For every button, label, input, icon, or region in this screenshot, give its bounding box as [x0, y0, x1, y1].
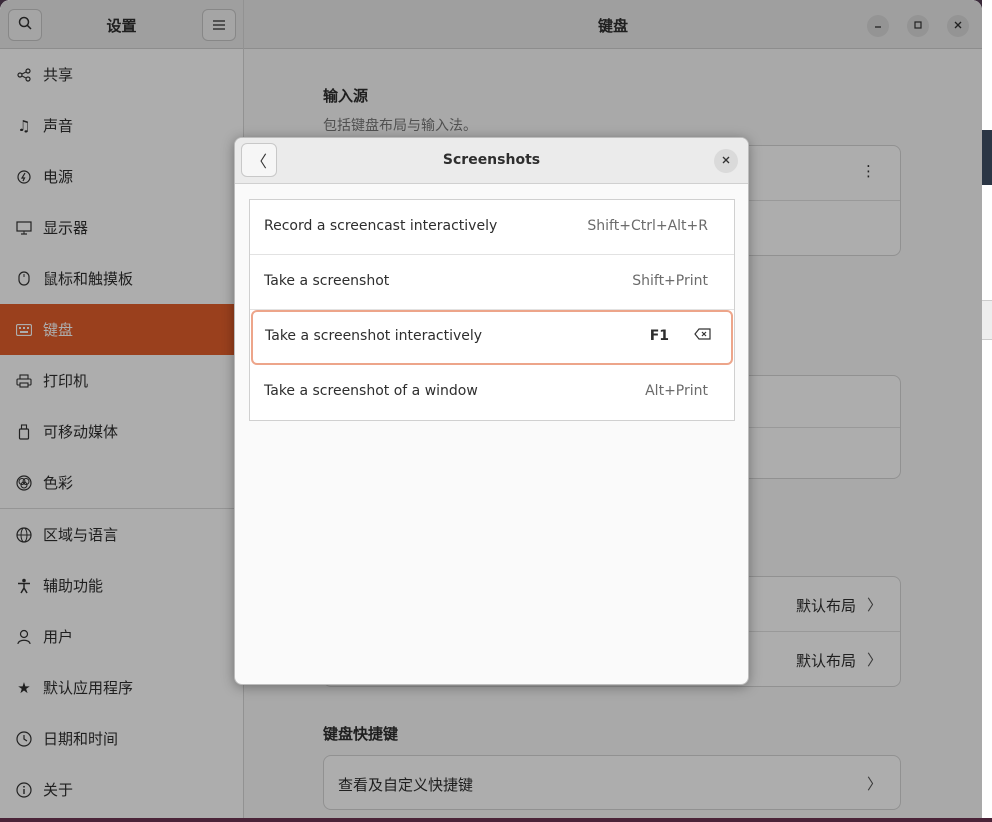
dialog-header: 〈 Screenshots — [235, 138, 748, 184]
shortcut-label: Take a screenshot — [264, 273, 390, 289]
settings-window: 设置 共享 ♫ 声音 电源 显示器 鼠标和触摸板 键盘 打印机 可移动媒体 色彩… — [0, 0, 982, 818]
background-window-fragment — [982, 130, 992, 185]
shortcut-label: Take a screenshot interactively — [265, 328, 483, 344]
shortcut-accelerator: Shift+Print — [632, 273, 708, 289]
desktop-bottom-edge — [0, 818, 992, 822]
shortcut-accelerator: F1 — [649, 328, 669, 344]
dialog-title: Screenshots — [442, 152, 541, 168]
backspace-clear-icon[interactable] — [694, 328, 711, 344]
close-icon — [721, 154, 731, 168]
shortcut-row-record-screencast[interactable]: Record a screencast interactively Shift+… — [250, 200, 734, 255]
shortcut-accelerator: Alt+Print — [645, 383, 708, 399]
shortcut-row-take-screenshot[interactable]: Take a screenshot Shift+Print — [250, 255, 734, 310]
shortcut-row-screenshot-interactively[interactable]: Take a screenshot interactively F1 — [251, 310, 733, 365]
shortcut-row-screenshot-window[interactable]: Take a screenshot of a window Alt+Print — [250, 365, 734, 420]
dialog-close-button[interactable] — [714, 149, 738, 173]
shortcut-label: Take a screenshot of a window — [264, 383, 478, 399]
desktop-background — [982, 0, 992, 822]
background-window-fragment — [982, 300, 992, 340]
shortcut-list: Record a screencast interactively Shift+… — [249, 199, 735, 421]
screenshots-dialog: 〈 Screenshots Record a screencast intera… — [234, 137, 749, 685]
shortcut-label: Record a screencast interactively — [264, 218, 498, 234]
shortcut-accelerator: Shift+Ctrl+Alt+R — [587, 218, 708, 234]
